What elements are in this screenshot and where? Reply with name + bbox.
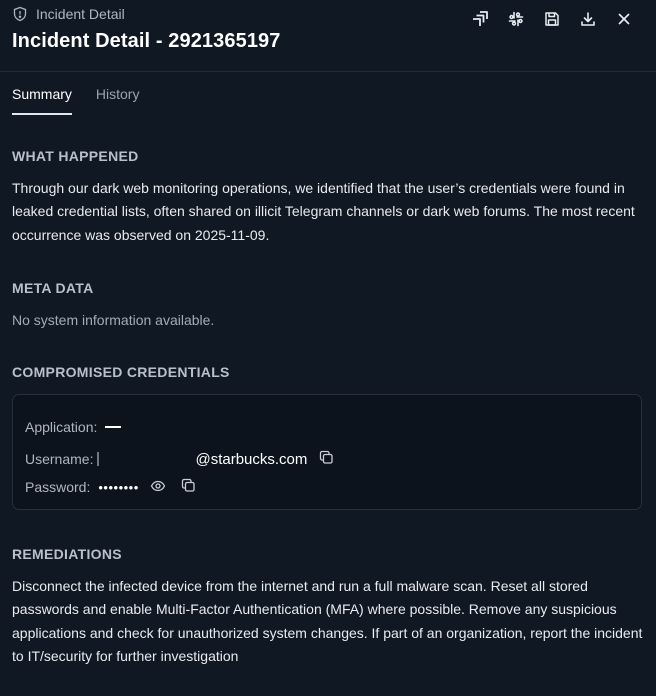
close-button[interactable]: [608, 7, 640, 31]
breadcrumb: Incident Detail: [12, 5, 125, 23]
password-row: Password: ••••••••: [25, 476, 200, 498]
username-domain: @starbucks.com: [195, 450, 308, 468]
save-button[interactable]: [536, 7, 568, 31]
download-button[interactable]: [572, 7, 604, 31]
username-label: Username:: [25, 451, 94, 467]
credentials-card: Application: Username: @starbucks.com Pa…: [12, 394, 642, 510]
save-icon: [544, 11, 560, 27]
download-icon: [580, 11, 596, 27]
incident-detail-panel: Incident Detail Incident Detail - 292136…: [0, 0, 656, 696]
tab-history[interactable]: History: [96, 86, 140, 113]
header: Incident Detail Incident Detail - 292136…: [0, 0, 656, 72]
jira-icon: [471, 10, 489, 28]
copy-password-button[interactable]: [178, 476, 200, 498]
toolbar: [460, 7, 640, 31]
remediations-heading: REMEDIATIONS: [12, 546, 122, 562]
what-happened-text: Through our dark web monitoring operatio…: [12, 180, 635, 243]
application-row: Application:: [25, 416, 122, 438]
password-label: Password:: [25, 479, 91, 495]
slack-icon: [507, 10, 525, 28]
meta-data-heading: META DATA: [12, 280, 94, 296]
page-title: Incident Detail - 2921365197: [12, 30, 281, 52]
tab-summary[interactable]: Summary: [12, 86, 72, 115]
show-password-button[interactable]: [147, 476, 169, 498]
username-redacted: [97, 452, 196, 466]
copy-icon: [181, 478, 196, 496]
eye-icon: [150, 478, 166, 497]
slack-button[interactable]: [500, 7, 532, 31]
shield-icon: [12, 6, 28, 22]
compromised-credentials-heading: COMPROMISED CREDENTIALS: [12, 364, 230, 380]
breadcrumb-label: Incident Detail: [36, 6, 125, 22]
copy-icon: [319, 450, 334, 468]
remediations-text: Disconnect the infected device from the …: [12, 578, 643, 664]
close-icon: [617, 12, 631, 26]
meta-data-text: No system information available.: [12, 312, 215, 328]
copy-username-button[interactable]: [315, 448, 337, 470]
password-masked: ••••••••: [98, 479, 139, 495]
jira-button[interactable]: [464, 7, 496, 31]
username-row: Username: @starbucks.com: [25, 448, 337, 470]
application-empty-value: [105, 426, 122, 428]
what-happened-heading: WHAT HAPPENED: [12, 148, 139, 164]
tab-bar: Summary History: [12, 86, 139, 115]
application-label: Application:: [25, 419, 98, 435]
